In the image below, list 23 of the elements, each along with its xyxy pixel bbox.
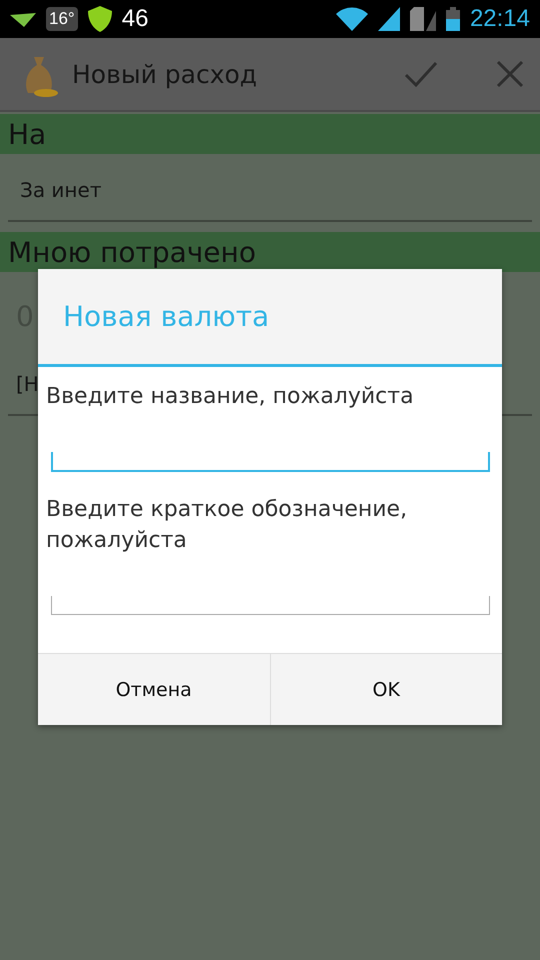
input-field[interactable] bbox=[51, 596, 490, 615]
dialog-button[interactable]: OK bbox=[270, 654, 502, 725]
clock: 22:14 bbox=[470, 5, 530, 33]
screen-title: Новый расход bbox=[72, 60, 258, 88]
section-title: Мною потрачено bbox=[8, 236, 256, 268]
dialog-title: Новая валюта bbox=[63, 300, 270, 333]
check-icon[interactable] bbox=[404, 61, 438, 87]
signal-icon bbox=[378, 7, 400, 31]
sim-icon bbox=[410, 7, 436, 31]
field-label: Введите название, пожалуйста bbox=[46, 383, 415, 411]
close-icon[interactable] bbox=[496, 60, 524, 88]
temperature: 16° bbox=[46, 7, 78, 31]
shield-icon bbox=[88, 6, 112, 32]
paper-plane-icon bbox=[10, 11, 36, 27]
section-title: На bbox=[8, 118, 46, 150]
battery-icon bbox=[446, 7, 460, 31]
spinner-value: [Н bbox=[16, 372, 39, 396]
input-field[interactable] bbox=[51, 452, 490, 472]
notification-count: 46 bbox=[122, 5, 148, 33]
spinner-value: За инет bbox=[20, 178, 102, 202]
field-label: Введите краткое обозначение, пожалуйста bbox=[46, 496, 408, 555]
wifi-icon bbox=[336, 7, 368, 31]
dialog-button[interactable]: Отмена bbox=[38, 654, 270, 725]
